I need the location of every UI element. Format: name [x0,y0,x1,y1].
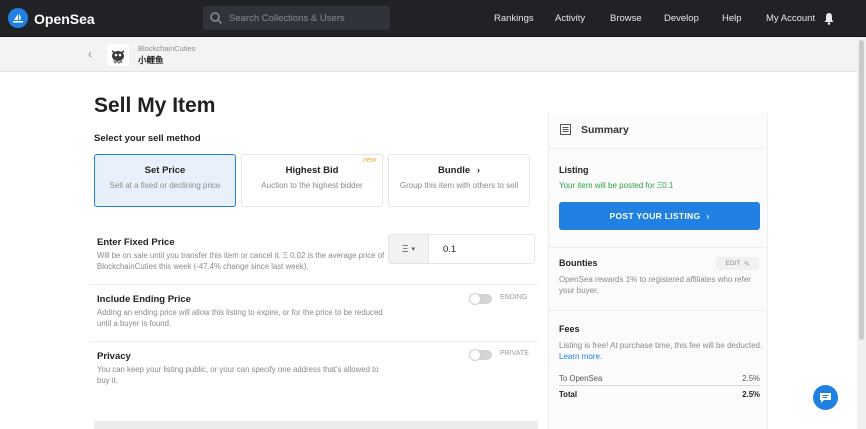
sell-method-bundle[interactable]: Bundle › Group this item with others to … [388,154,530,207]
ending-price-description: Adding an ending price will allow this l… [97,308,383,328]
fee-label: To OpenSea [559,374,603,383]
method-title: Bundle [437,165,471,176]
privacy-description: You can keep your listing public, or you… [97,365,379,385]
bell-icon[interactable] [823,12,835,25]
scrollbar-thumb[interactable] [859,40,864,340]
page-title: Sell My Item [94,94,216,117]
fees-label: Fees [559,324,580,334]
collection-name[interactable]: BlockchainCuties [138,44,196,53]
listing-text: Your item will be posted for Ξ0.1 [559,181,674,190]
top-nav-bar: OpenSea Rankings Activity Browse Develop… [0,0,866,37]
toggle-knob [469,293,481,305]
fees-description: Listing is free! At purchase time, this … [559,341,763,350]
sell-method-set-price[interactable]: Set Price Sell at a fixed or declining p… [94,154,236,207]
method-subtitle: Sell at a fixed or declining price [109,181,221,190]
nav-link-browse[interactable]: Browse [610,13,642,24]
fee-row: To OpenSea 2.5% [559,374,760,383]
divider [549,148,767,149]
pencil-icon: ✎ [744,260,750,268]
search-icon [210,12,223,25]
divider [549,247,767,248]
bounties-text: OpenSea rewards 1% to registered affilia… [559,275,751,295]
nav-link-help[interactable]: Help [722,13,742,24]
method-subtitle: Auction to the highest bidder [261,181,363,190]
divider [90,341,538,342]
summary-title: Summary [581,124,629,136]
opensea-logo-icon[interactable] [8,8,28,28]
ending-price-toggle[interactable] [469,293,492,305]
fee-total-label: Total [559,390,578,399]
footer-strip [94,421,538,429]
chevron-right-icon: › [706,211,710,221]
chevron-right-icon: › [476,165,480,176]
method-subtitle: Group this item with others to sell [399,181,519,190]
eth-icon: Ξ [401,243,409,255]
fee-value: 2.5% [742,374,760,383]
chat-icon [820,392,831,403]
fee-total-value: 2.5% [742,390,760,399]
search-bar[interactable] [203,6,390,30]
search-input[interactable] [229,12,379,24]
price-input[interactable]: 0.1 [429,235,534,263]
item-name: 小鲤鱼 [138,55,164,65]
item-avatar[interactable] [107,44,129,66]
fee-total-row: Total 2.5% [559,390,760,399]
ending-price-title: Include Ending Price [97,294,191,305]
method-title: Highest Bid [285,165,339,176]
method-title: Set Price [144,165,186,176]
nav-link-rankings[interactable]: Rankings [494,13,534,24]
nav-link-activity[interactable]: Activity [555,13,585,24]
listing-label: Listing [559,165,589,175]
edit-label: EDIT [725,260,741,267]
ending-toggle-label: ENDING [500,294,528,301]
fee-divider [559,385,760,386]
learn-more-link[interactable]: Learn more. [559,352,602,361]
back-arrow-icon[interactable]: ‹ [88,47,92,61]
nav-link-develop[interactable]: Develop [664,13,699,24]
edit-bounties-button[interactable]: EDIT ✎ [716,257,759,270]
list-icon [560,124,571,135]
nav-link-my-account[interactable]: My Account [766,13,815,24]
sell-method-label: Select your sell method [94,133,201,144]
sell-method-highest-bid[interactable]: new Highest Bid Auction to the highest b… [241,154,383,207]
currency-selector[interactable]: Ξ ▾ [389,235,429,263]
fixed-price-title: Enter Fixed Price [97,237,175,248]
fixed-price-description: Will be on sale until you transfer this … [97,251,385,271]
divider [549,310,767,311]
toggle-knob [469,349,481,361]
chevron-down-icon: ▾ [411,246,415,253]
price-input-group: Ξ ▾ 0.1 [388,234,535,264]
private-toggle-label: PRIVATE [500,350,529,357]
divider [90,284,538,285]
privacy-toggle[interactable] [469,349,492,361]
bounties-label: Bounties [559,258,598,268]
post-listing-label: POST YOUR LISTING [609,211,701,221]
fees-text: Listing is free! At purchase time, this … [559,340,763,362]
new-badge: new [363,157,376,164]
chat-button[interactable] [813,385,838,410]
privacy-title: Privacy [97,351,131,362]
brand-name[interactable]: OpenSea [34,11,95,27]
post-listing-button[interactable]: POST YOUR LISTING › [559,202,760,230]
